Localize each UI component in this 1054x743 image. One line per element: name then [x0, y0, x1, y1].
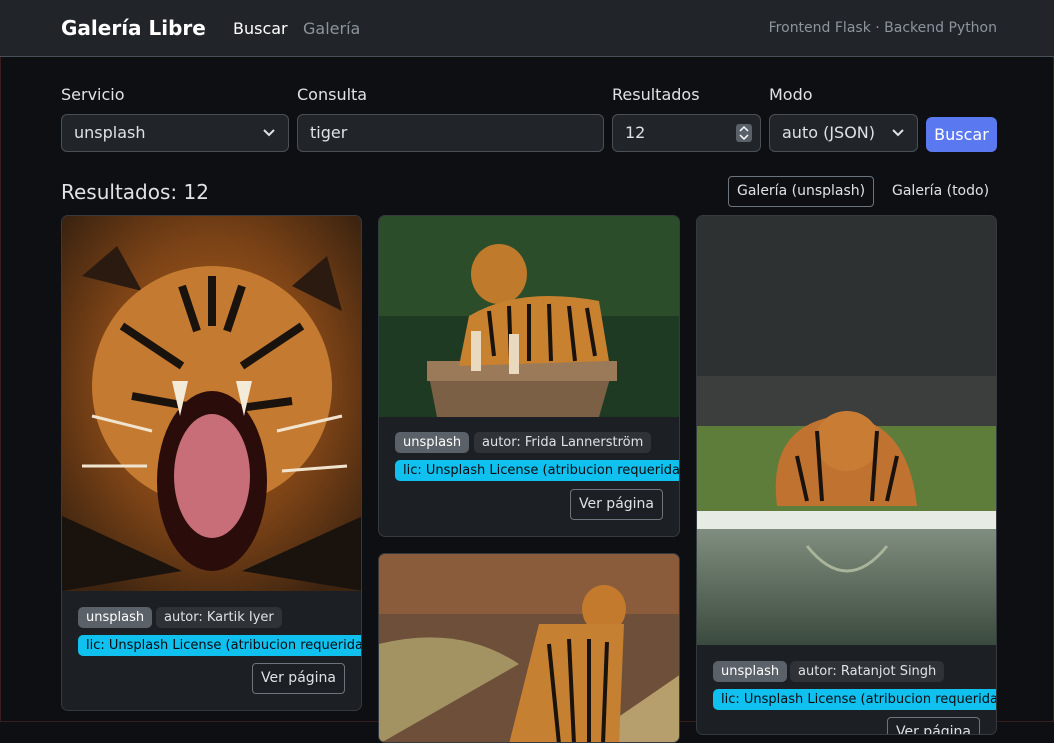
consulta-label: Consulta	[297, 85, 368, 104]
tiger-on-stump-image[interactable]	[379, 216, 679, 417]
servicio-label: Servicio	[61, 85, 125, 104]
author-badge: autor: Frida Lannerström	[474, 432, 652, 453]
result-card	[378, 553, 680, 743]
ver-pagina-button[interactable]: Ver página	[252, 663, 346, 694]
modo-label: Modo	[769, 85, 813, 104]
brand-logo[interactable]: Galería Libre	[61, 16, 206, 40]
author-badge: autor: Ratanjot Singh	[790, 661, 945, 682]
modo-value: auto (JSON)	[782, 123, 876, 142]
resultados-label: Resultados	[612, 85, 700, 104]
results-title: Resultados: 12	[61, 180, 209, 204]
nav-link-buscar[interactable]: Buscar	[233, 19, 288, 38]
tiger-roaring-image[interactable]	[62, 216, 361, 591]
chevron-down-icon	[262, 115, 276, 138]
resultados-number-input[interactable]: 12	[612, 114, 761, 152]
number-spinner-icon[interactable]	[736, 124, 752, 142]
license-badge: lic: Unsplash License (atribucion requer…	[713, 689, 996, 710]
navbar: Galería Libre Buscar Galería Frontend Fl…	[0, 0, 1054, 57]
chevron-down-icon	[891, 115, 905, 138]
modo-select[interactable]: auto (JSON)	[769, 114, 918, 152]
tiger-drinking-image[interactable]	[697, 216, 996, 645]
license-badge: lic: Unsplash License (atribucion requer…	[395, 460, 679, 481]
ver-pagina-button[interactable]: Ver página	[570, 489, 664, 520]
license-badge: lic: Unsplash License (atribucion requer…	[78, 635, 361, 656]
author-badge: autor: Kartik Iyer	[156, 607, 282, 628]
gallery-unsplash-button[interactable]: Galería (unsplash)	[728, 176, 875, 207]
result-card: unsplash autor: Ratanjot Singh lic: Unsp…	[696, 215, 997, 735]
result-card: unsplash autor: Kartik Iyer lic: Unsplas…	[61, 215, 362, 711]
gallery-all-button[interactable]: Galería (todo)	[883, 176, 998, 207]
source-badge: unsplash	[395, 432, 470, 453]
consulta-input[interactable]: tiger	[297, 114, 604, 152]
servicio-select[interactable]: unsplash	[61, 114, 289, 152]
resultados-value: 12	[625, 123, 646, 142]
nav-link-galeria[interactable]: Galería	[303, 19, 360, 38]
buscar-button[interactable]: Buscar	[926, 117, 997, 152]
source-badge: unsplash	[713, 661, 788, 682]
navbar-info-text: Frontend Flask · Backend Python	[768, 20, 997, 36]
ver-pagina-button[interactable]: Ver página	[887, 717, 981, 734]
consulta-value: tiger	[310, 123, 348, 142]
tiger-standing-image[interactable]	[379, 554, 679, 742]
source-badge: unsplash	[78, 607, 153, 628]
servicio-value: unsplash	[74, 123, 146, 142]
result-card: unsplash autor: Frida Lannerström lic: U…	[378, 215, 680, 537]
